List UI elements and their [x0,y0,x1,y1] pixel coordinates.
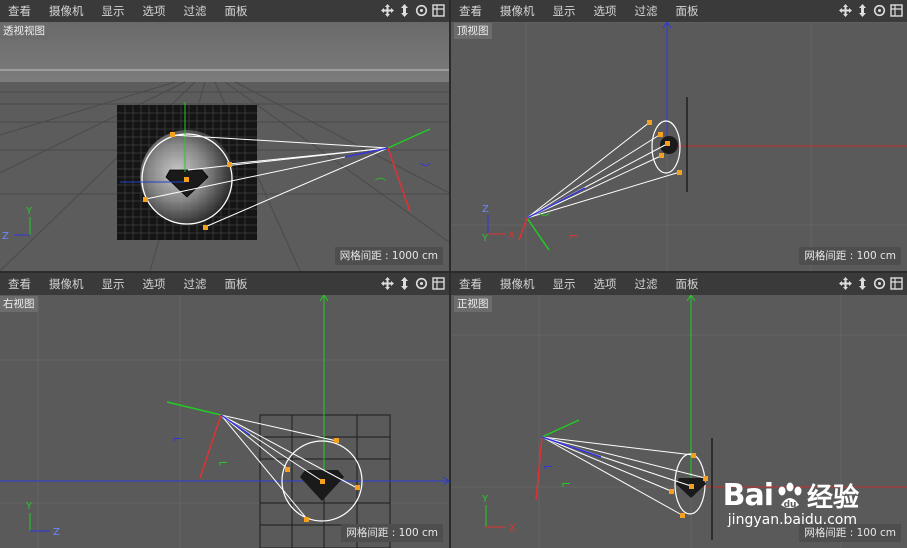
viewport-label-right[interactable]: 右视图 [0,296,38,312]
menu-camera[interactable]: 摄像机 [40,0,93,22]
rotate-view-icon[interactable] [414,3,428,18]
viewport-label-perspective[interactable]: 透视视图 [0,23,48,39]
axis-y-label: Y [481,233,489,244]
viewport-right[interactable]: 查看 摄像机 显示 选项 过滤 面板 ⌐ ⌐ Y Z 右视图 网格间距: 10… [0,273,449,548]
menu-filter[interactable]: 过滤 [626,273,667,295]
toggle-view-icon[interactable] [431,276,445,291]
viewport-label-top[interactable]: 顶视图 [454,23,492,39]
menu-display[interactable]: 显示 [93,0,134,22]
menu-camera[interactable]: 摄像机 [491,0,544,22]
rotate-view-icon[interactable] [872,3,886,18]
rotate-view-icon[interactable] [872,276,886,291]
menu-view[interactable]: 查看 [451,0,491,22]
viewport-menubar: 查看 摄像机 显示 选项 过滤 面板 [451,0,907,22]
paw-logo-icon: du [775,481,805,511]
viewport-menubar: 查看 摄像机 显示 选项 过滤 面板 [0,0,449,22]
viewport-front[interactable]: 查看 摄像机 显示 选项 过滤 面板 ⌐ ⌐ Y X 正视图 网格间距: 10… [451,273,907,548]
zoom-view-icon[interactable] [397,3,411,18]
menu-display[interactable]: 显示 [93,273,134,295]
grid-spacing-perspective: 网格间距 : 1000 cm [334,247,443,265]
axis-y-label: Y [481,494,489,505]
svg-text:︶: ︶ [539,212,550,225]
svg-text:du: du [784,500,797,510]
menu-view[interactable]: 查看 [451,273,491,295]
viewport-perspective[interactable]: 查看 摄像机 显示 选项 过滤 面板 ⌒ ︶ Y Z 透视视图 网格间距: 1… [0,0,449,271]
menu-panel[interactable]: 面板 [216,0,257,22]
menu-display[interactable]: 显示 [544,0,585,22]
toggle-view-icon[interactable] [889,3,903,18]
menu-options[interactable]: 选项 [585,0,626,22]
zoom-view-icon[interactable] [855,276,869,291]
svg-text:⌐: ⌐ [561,477,571,491]
menu-panel[interactable]: 面板 [216,273,257,295]
zoom-view-icon[interactable] [855,3,869,18]
axis-y-label: Y [25,501,33,512]
menu-display[interactable]: 显示 [544,273,585,295]
viewport-menubar: 查看 摄像机 显示 选项 过滤 面板 [0,273,449,295]
svg-text:⌐: ⌐ [218,456,228,470]
svg-text:︶: ︶ [420,162,431,175]
viewport-top[interactable]: 查看 摄像机 显示 选项 过滤 面板 ⌐ ︶ Z Y X 顶视图 网格间距: … [451,0,907,271]
top-canvas[interactable]: ⌐ ︶ Z Y X [451,22,907,271]
menu-options[interactable]: 选项 [134,0,175,22]
menu-view[interactable]: 查看 [0,273,40,295]
toggle-view-icon[interactable] [889,276,903,291]
svg-text:⌐: ⌐ [569,229,579,243]
move-view-icon[interactable] [380,276,394,291]
viewport-menubar: 查看 摄像机 显示 选项 过滤 面板 [451,273,907,295]
move-view-icon[interactable] [838,276,852,291]
zoom-view-icon[interactable] [397,276,411,291]
menu-camera[interactable]: 摄像机 [491,273,544,295]
menu-view[interactable]: 查看 [0,0,40,22]
grid-spacing-top: 网格间距 : 100 cm [799,247,901,265]
watermark: Bai du 经验 [723,477,859,514]
menu-filter[interactable]: 过滤 [175,0,216,22]
menu-filter[interactable]: 过滤 [626,0,667,22]
watermark-url: jingyan.baidu.com [727,512,857,528]
axis-y-label: Y [25,206,33,217]
axis-x-label: X [509,523,516,534]
menu-options[interactable]: 选项 [585,273,626,295]
perspective-canvas[interactable]: ⌒ ︶ Y Z [0,22,449,271]
rotate-view-icon[interactable] [414,276,428,291]
menu-camera[interactable]: 摄像机 [40,273,93,295]
axis-z-label: Z [482,204,489,215]
grid-spacing-right: 网格间距 : 100 cm [341,524,443,542]
axis-x-label: X [508,230,515,241]
menu-panel[interactable]: 面板 [667,273,708,295]
axis-z-label: Z [53,527,60,538]
move-view-icon[interactable] [838,3,852,18]
svg-text:⌐: ⌐ [543,460,553,474]
svg-text:⌐: ⌐ [172,432,182,446]
menu-filter[interactable]: 过滤 [175,273,216,295]
watermark-text: 经验 [806,483,859,513]
toggle-view-icon[interactable] [431,3,445,18]
move-view-icon[interactable] [380,3,394,18]
watermark-brand: Bai [722,478,774,513]
menu-options[interactable]: 选项 [134,273,175,295]
right-canvas[interactable]: ⌐ ⌐ Y Z [0,295,449,548]
svg-text:⌒: ⌒ [375,177,386,190]
menu-panel[interactable]: 面板 [667,0,708,22]
axis-z-label: Z [2,231,9,242]
viewport-label-front[interactable]: 正视图 [454,296,492,312]
